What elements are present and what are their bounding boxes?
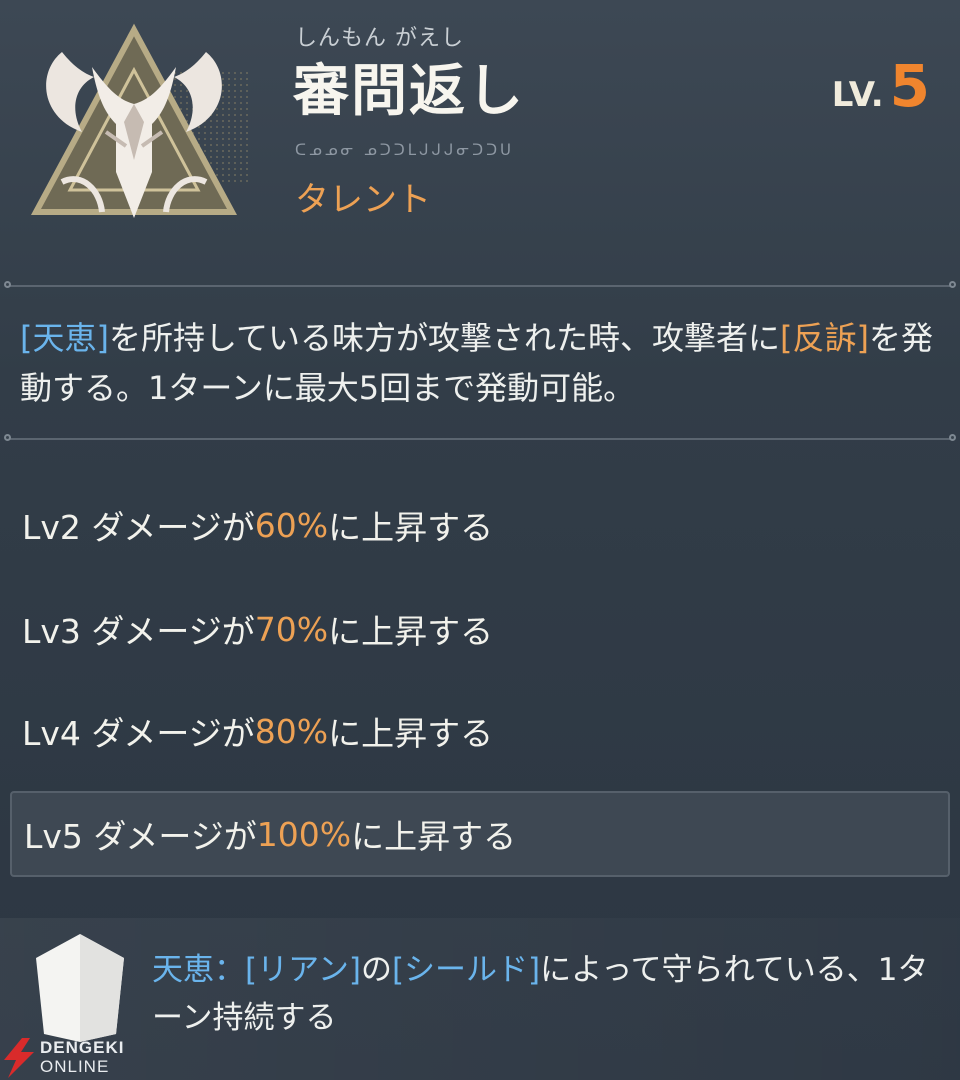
top-divider xyxy=(4,281,956,288)
level-effect-prefix: Lv2 ダメージが xyxy=(22,508,255,547)
keyword-note: 天恵：[リアン]の[シールド]によって守られている、1ターン持続する xyxy=(152,946,932,1042)
level-effect-prefix: Lv5 ダメージが xyxy=(24,817,257,856)
skill-type-label: タレント xyxy=(295,180,431,220)
watermark: DENGEKI ONLINE xyxy=(2,1036,152,1080)
level-effect-value: 60% xyxy=(254,505,329,545)
skill-title: 審問返し xyxy=(293,59,525,124)
note-term: 天恵： xyxy=(152,952,245,988)
level-prefix: LV. xyxy=(831,75,884,115)
shield-icon xyxy=(36,934,124,1042)
middle-divider xyxy=(4,434,956,441)
talent-emblem-icon xyxy=(30,23,252,218)
description-text-1: を所持している味方が攻撃された時、攻撃者に xyxy=(108,319,781,357)
level-value: 5 xyxy=(889,52,930,120)
watermark-line2: ONLINE xyxy=(40,1057,110,1076)
dengeki-logo-icon xyxy=(4,1038,34,1078)
level-effect-row: Lv4 ダメージが 80% に上昇する xyxy=(10,688,950,774)
note-tag-shield[interactable]: [シールド] xyxy=(392,952,540,988)
description-tag-tenkei[interactable]: [天恵] xyxy=(20,319,109,357)
skill-description: [天恵]を所持している味方が攻撃された時、攻撃者に[反訴]を発動する。1ターンに… xyxy=(20,313,940,413)
decorative-script: ᑕᓄᓄᓂ ᓄᑐᑐᒪᒍᒍᒍᓂᑐᑐᑌ xyxy=(295,141,514,159)
level-effect-row: Lv2 ダメージが 60% に上昇する xyxy=(10,482,950,568)
description-tag-hanso[interactable]: [反訴] xyxy=(780,319,869,357)
level-effect-row-current: Lv5 ダメージが 100% に上昇する xyxy=(10,791,950,877)
level-effect-prefix: Lv4 ダメージが xyxy=(22,714,255,753)
watermark-line1: DENGEKI xyxy=(40,1038,125,1057)
level-effect-suffix: に上昇する xyxy=(351,817,517,856)
level-effect-suffix: に上昇する xyxy=(328,714,494,753)
level-effect-suffix: に上昇する xyxy=(328,508,494,547)
level-effect-prefix: Lv3 ダメージが xyxy=(22,612,255,651)
level-indicator: LV. 5 xyxy=(832,52,930,120)
note-tag-rian[interactable]: [リアン] xyxy=(245,952,361,988)
level-effect-row: Lv3 ダメージが 70% に上昇する xyxy=(10,586,950,672)
level-effect-suffix: に上昇する xyxy=(328,612,494,651)
level-effect-value: 80% xyxy=(254,711,329,751)
note-text-1: の xyxy=(360,952,392,988)
level-effect-value: 70% xyxy=(254,609,329,649)
level-effect-value: 100% xyxy=(256,814,352,854)
